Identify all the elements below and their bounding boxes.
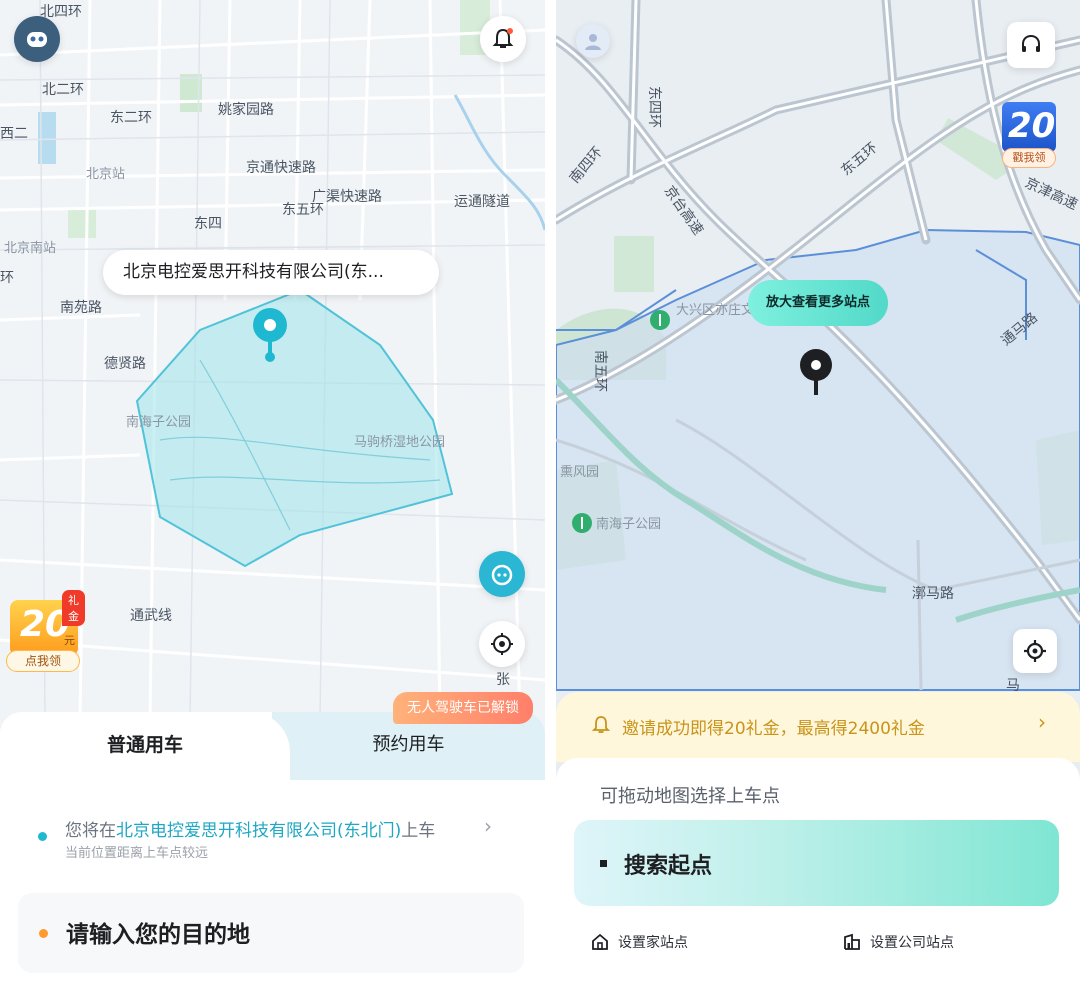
promo-claim-button[interactable]: 戳我领	[1002, 148, 1056, 168]
promo-badge: 礼金	[62, 590, 85, 626]
home-icon	[592, 933, 608, 950]
start-marker	[600, 860, 607, 867]
map-label: 北京南站	[4, 240, 56, 256]
pickup-hint: 当前位置距离上车点较远	[65, 846, 209, 861]
robot-avatar-icon[interactable]	[14, 16, 60, 62]
invite-text: 邀请成功即得20礼金，最高得2400礼金	[622, 719, 925, 739]
map-label: 熏风园	[560, 465, 599, 480]
tree-icon	[572, 513, 592, 533]
map-label: 东四	[194, 216, 222, 232]
set-home-station[interactable]: 设置家站点	[590, 928, 688, 956]
panel-divider	[545, 0, 556, 1000]
pickup-info[interactable]: 您将在北京电控爱思开科技有限公司(东北门)上车 › 当前位置距离上车点较远	[38, 812, 518, 861]
pickup-line: 您将在北京电控爱思开科技有限公司(东北门)上车	[65, 816, 435, 841]
map-label: 北二环	[42, 82, 84, 98]
gift-promo[interactable]: 20 元 礼金 点我领	[6, 590, 85, 674]
bell-button[interactable]	[480, 16, 526, 62]
map-label: 东四环	[646, 86, 662, 128]
locate-icon	[1024, 640, 1046, 662]
company-icon	[844, 933, 860, 950]
customer-service-button[interactable]	[479, 551, 525, 597]
zoom-tip[interactable]: 放大查看更多站点	[748, 280, 888, 326]
headset-icon	[1022, 34, 1040, 52]
map-label: 姚家园路	[218, 101, 274, 118]
map-label: 东二环	[110, 110, 152, 126]
customer-service-icon	[491, 564, 513, 586]
promo-amount: 20	[1008, 106, 1056, 146]
search-start-button[interactable]: 搜索起点	[574, 820, 1059, 906]
bell-icon	[591, 716, 611, 733]
map-label: 张	[496, 672, 510, 688]
destination-input[interactable]: 请输入您的目的地	[18, 893, 524, 973]
map-label: 南海子公园	[596, 516, 661, 532]
map-label: 京通快速路	[246, 160, 316, 176]
bell-icon	[492, 28, 514, 48]
map-label: 德贤路	[104, 356, 146, 372]
map-label: 漷马路	[912, 586, 954, 602]
locate-button[interactable]	[1013, 629, 1057, 673]
gift-promo[interactable]: 20 戳我领	[1002, 102, 1056, 168]
chevron-right-icon: ›	[1038, 710, 1046, 734]
pickup-dot	[38, 832, 47, 841]
destination-dot	[39, 929, 48, 938]
left-screen: 北四环 北二环 西二 东二环 北京站 姚家园路 京通快速路 广渠快速路 运通隧道…	[0, 0, 545, 1000]
map-label: 马驹桥湿地公园	[354, 435, 445, 450]
locate-button[interactable]	[479, 621, 525, 667]
right-screen: 东四环 南四环 京台高速 东五环 京津高速 大兴区亦庄文化园 通马路 南五环 熏…	[556, 0, 1080, 1000]
destination-placeholder: 请输入您的目的地	[66, 922, 250, 948]
search-start-label: 搜索起点	[624, 854, 713, 879]
set-company-station[interactable]: 设置公司站点	[842, 928, 954, 956]
map-label: 南海子公园	[126, 414, 191, 430]
pickup-place: 北京电控爱思开科技有限公司(东北门)	[116, 821, 402, 841]
pickup-callout[interactable]: 北京电控爱思开科技有限公司(东...	[103, 250, 439, 295]
unlocked-badge: 无人驾驶车已解锁	[393, 692, 533, 724]
tab-normal[interactable]: 普通用车	[0, 712, 290, 780]
headset-button[interactable]	[1007, 22, 1055, 68]
map-label: 运通隧道	[454, 194, 510, 210]
promo-claim-button[interactable]: 点我领	[6, 650, 80, 672]
company-station-label: 设置公司站点	[870, 935, 954, 951]
user-avatar-icon[interactable]	[576, 24, 610, 58]
map-label: 通武线	[130, 608, 172, 624]
chevron-right-icon: ›	[484, 814, 492, 838]
promo-unit: 元	[64, 634, 75, 647]
map-label: 环	[0, 270, 14, 286]
map-label: 南五环	[592, 350, 608, 392]
locate-icon	[491, 633, 513, 655]
map-label: 南苑路	[60, 300, 102, 316]
pickup-prefix: 您将在	[65, 821, 116, 841]
tree-icon	[650, 310, 670, 330]
drag-hint: 可拖动地图选择上车点	[600, 786, 780, 807]
pickup-suffix: 上车	[401, 821, 436, 841]
map-label: 东五环	[282, 202, 324, 218]
home-station-label: 设置家站点	[618, 935, 688, 951]
map-label: 北京站	[86, 167, 125, 182]
invite-banner[interactable]: 邀请成功即得20礼金，最高得2400礼金 ›	[556, 692, 1080, 762]
map-label: 西二	[0, 126, 28, 142]
